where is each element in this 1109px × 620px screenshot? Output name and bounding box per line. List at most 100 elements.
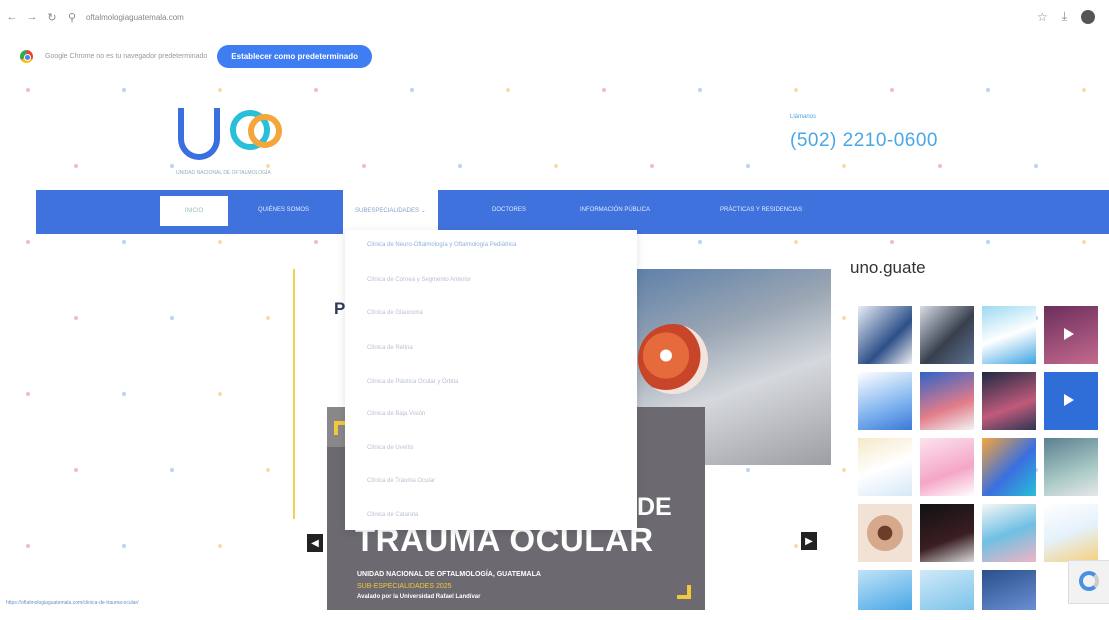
background-dot xyxy=(218,240,223,244)
instagram-post[interactable] xyxy=(920,438,974,496)
instagram-handle[interactable]: uno.guate xyxy=(850,258,926,278)
nav-informacion-publica[interactable]: INFORMACIÓN PÚBLICA xyxy=(580,207,650,213)
slide-subtitle-1: UNIDAD NACIONAL DE OFTALMOLOGÍA, GUATEMA… xyxy=(357,571,541,578)
instagram-post[interactable] xyxy=(1044,438,1098,496)
background-dot xyxy=(26,392,31,396)
instagram-post[interactable] xyxy=(982,570,1036,610)
logo-orange-ring xyxy=(248,114,282,148)
eye-model-image xyxy=(638,324,708,394)
background-dot xyxy=(314,240,319,244)
background-dot xyxy=(698,240,703,244)
background-dot xyxy=(410,88,415,92)
background-dot xyxy=(794,88,799,92)
dropdown-item[interactable]: Clínica de Baja Visión xyxy=(367,411,425,417)
background-dot xyxy=(26,544,31,548)
address-bar[interactable]: oftalmologiaguatemala.com xyxy=(86,13,184,22)
chevron-left-icon: ◀ xyxy=(311,537,319,549)
nav-home[interactable]: INICIO xyxy=(160,196,228,226)
background-dot xyxy=(266,316,271,320)
background-dot xyxy=(794,240,799,244)
reload-icon[interactable]: ↻ xyxy=(44,9,60,25)
background-dot xyxy=(986,88,991,92)
slider-prev-button[interactable]: ◀ xyxy=(307,534,323,552)
background-dot xyxy=(122,544,127,548)
instagram-post[interactable] xyxy=(858,306,912,364)
background-dot xyxy=(314,88,319,92)
nav-subespecialidades[interactable]: SUBESPECIALIDADES ⌄ xyxy=(343,190,438,234)
dropdown-item[interactable]: Clínica de Catarata xyxy=(367,512,418,518)
instagram-post[interactable] xyxy=(920,306,974,364)
dropdown-item[interactable]: Clínica de Neuro-Oftalmología y Oftalmol… xyxy=(367,242,516,248)
instagram-post[interactable] xyxy=(858,504,912,562)
background-dot xyxy=(746,164,751,168)
instagram-post[interactable] xyxy=(982,372,1036,430)
dropdown-item[interactable]: Clínica de Trauma Ocular xyxy=(367,478,435,484)
instagram-post[interactable] xyxy=(982,438,1036,496)
back-icon[interactable]: ← xyxy=(4,9,20,25)
dropdown-item[interactable]: Clínica de Glaucoma xyxy=(367,310,423,316)
slider-next-button[interactable]: ▶ xyxy=(801,532,817,550)
background-dot xyxy=(842,468,847,472)
instagram-post[interactable] xyxy=(982,306,1036,364)
background-dot xyxy=(122,88,127,92)
set-default-browser-button[interactable]: Establecer como predeterminado xyxy=(217,44,372,68)
slide-subtitle-2: SUB-ESPECIALIDADES 2025 xyxy=(357,583,452,590)
instagram-post[interactable] xyxy=(858,438,912,496)
background-dot xyxy=(74,316,79,320)
download-icon[interactable]: ⤓ xyxy=(1062,9,1067,24)
background-dot xyxy=(266,468,271,472)
background-dot xyxy=(458,164,463,168)
site-logo[interactable]: UNIDAD NACIONAL DE OFTALMOLOGÍA xyxy=(172,100,312,180)
background-dot xyxy=(986,240,991,244)
slide-subtitle-3: Avalado por la Universidad Rafael Landív… xyxy=(357,594,481,600)
background-dot xyxy=(650,164,655,168)
infobar-message: Google Chrome no es tu navegador predete… xyxy=(45,52,208,60)
background-dot xyxy=(218,392,223,396)
dropdown-item[interactable]: Clínica de Uveítis xyxy=(367,445,414,451)
recaptcha-icon xyxy=(1079,571,1099,591)
instagram-post[interactable] xyxy=(1044,504,1098,562)
instagram-post[interactable] xyxy=(1044,372,1098,430)
background-dot xyxy=(122,240,127,244)
dropdown-item[interactable]: Clínica de Plástica Ocular y Órbita xyxy=(367,379,458,385)
background-dot xyxy=(26,240,31,244)
instagram-post[interactable] xyxy=(858,570,912,610)
background-dot xyxy=(362,164,367,168)
instagram-post[interactable] xyxy=(982,504,1036,562)
background-dot xyxy=(170,468,175,472)
site-info-icon[interactable]: ⚲ xyxy=(64,9,80,25)
nav-practicas-residencias[interactable]: PRÁCTICAS Y RESIDENCIAS xyxy=(720,207,802,213)
instagram-post[interactable] xyxy=(1044,306,1098,364)
corner-accent-bottom-right xyxy=(677,585,691,599)
bookmark-star-icon[interactable]: ☆ xyxy=(1037,10,1048,24)
instagram-post[interactable] xyxy=(858,372,912,430)
phone-number[interactable]: (502) 2210-0600 xyxy=(790,130,938,152)
instagram-post[interactable] xyxy=(920,372,974,430)
background-dot xyxy=(26,88,31,92)
background-dot xyxy=(218,88,223,92)
background-dot xyxy=(1034,164,1039,168)
nav-doctores[interactable]: DOCTORES xyxy=(492,207,526,213)
background-dot xyxy=(1082,240,1087,244)
forward-icon[interactable]: → xyxy=(24,9,40,25)
background-dot xyxy=(698,88,703,92)
recaptcha-badge[interactable] xyxy=(1068,560,1109,604)
chevron-right-icon: ▶ xyxy=(805,535,813,547)
logo-u-shape xyxy=(178,108,220,160)
dropdown-item[interactable]: Clínica de Retina xyxy=(367,345,413,351)
nav-subespecialidades-label: SUBESPECIALIDADES xyxy=(355,208,420,214)
instagram-post[interactable] xyxy=(920,504,974,562)
background-dot xyxy=(890,88,895,92)
profile-avatar-icon[interactable] xyxy=(1081,9,1095,24)
background-dot xyxy=(74,164,79,168)
chrome-logo-icon xyxy=(20,49,33,63)
browser-toolbar: ← → ↻ ⚲ oftalmologiaguatemala.com ☆ ⤓ xyxy=(0,0,1109,34)
instagram-post[interactable] xyxy=(920,570,974,610)
nav-quienes-somos[interactable]: QUIÉNES SOMOS xyxy=(258,207,309,213)
phone-label: Llámanos xyxy=(790,114,817,120)
subespecialidades-dropdown: Clínica de Neuro-Oftalmología y Oftalmol… xyxy=(345,230,637,530)
chevron-down-icon: ⌄ xyxy=(420,208,426,214)
background-dot xyxy=(74,468,79,472)
background-dot xyxy=(602,88,607,92)
dropdown-item[interactable]: Clínica de Córnea y Segmento Anterior xyxy=(367,277,471,283)
